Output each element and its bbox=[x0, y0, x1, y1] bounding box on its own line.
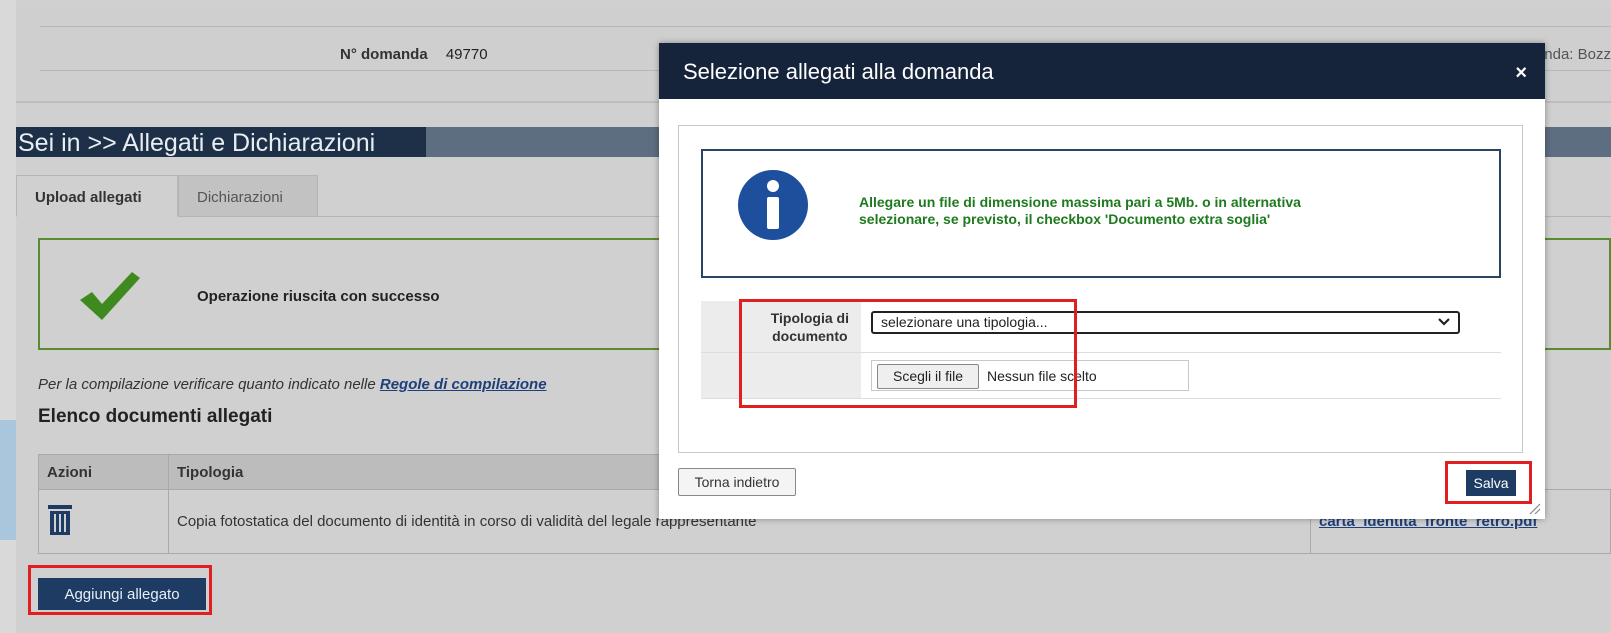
highlight-save-button bbox=[1445, 461, 1532, 504]
row-actions bbox=[38, 489, 169, 554]
tab-upload-allegati[interactable]: Upload allegati bbox=[16, 175, 178, 217]
domanda-value: 49770 bbox=[445, 46, 488, 63]
domanda-number: N° domanda 49770 bbox=[340, 46, 488, 63]
modal-header: Selezione allegati alla domanda × bbox=[659, 43, 1545, 99]
documents-title: Elenco documenti allegati bbox=[38, 406, 273, 427]
chevron-down-icon bbox=[1438, 318, 1450, 326]
attachment-modal: Selezione allegati alla domanda × Allega… bbox=[659, 43, 1545, 519]
info-text: Allegare un file di dimensione massima p… bbox=[859, 194, 1301, 228]
highlight-add-button bbox=[28, 565, 212, 615]
info-line-2: selezionare, se previsto, il checkbox 'D… bbox=[859, 211, 1271, 227]
info-line-1: Allegare un file di dimensione massima p… bbox=[859, 194, 1301, 210]
left-edge bbox=[0, 0, 16, 633]
domanda-label: N° domanda bbox=[340, 46, 428, 63]
trash-icon[interactable] bbox=[47, 504, 73, 536]
info-icon bbox=[738, 170, 808, 240]
back-button[interactable]: Torna indietro bbox=[678, 468, 796, 496]
info-box: Allegare un file di dimensione massima p… bbox=[701, 149, 1501, 278]
rules-link[interactable]: Regole di compilazione bbox=[380, 376, 547, 393]
tab-dichiarazioni[interactable]: Dichiarazioni bbox=[178, 175, 318, 217]
rules-text: Per la compilazione verificare quanto in… bbox=[38, 376, 380, 393]
rules-note: Per la compilazione verificare quanto in… bbox=[38, 376, 547, 393]
success-text: Operazione riuscita con successo bbox=[197, 288, 440, 305]
modal-title: Selezione allegati alla domanda bbox=[683, 59, 994, 84]
close-icon[interactable]: × bbox=[1515, 63, 1527, 83]
highlight-form-fields bbox=[739, 299, 1077, 408]
column-azioni: Azioni bbox=[38, 454, 169, 490]
checkmark-icon bbox=[80, 272, 140, 320]
breadcrumb: Sei in >> Allegati e Dichiarazioni bbox=[18, 129, 376, 157]
